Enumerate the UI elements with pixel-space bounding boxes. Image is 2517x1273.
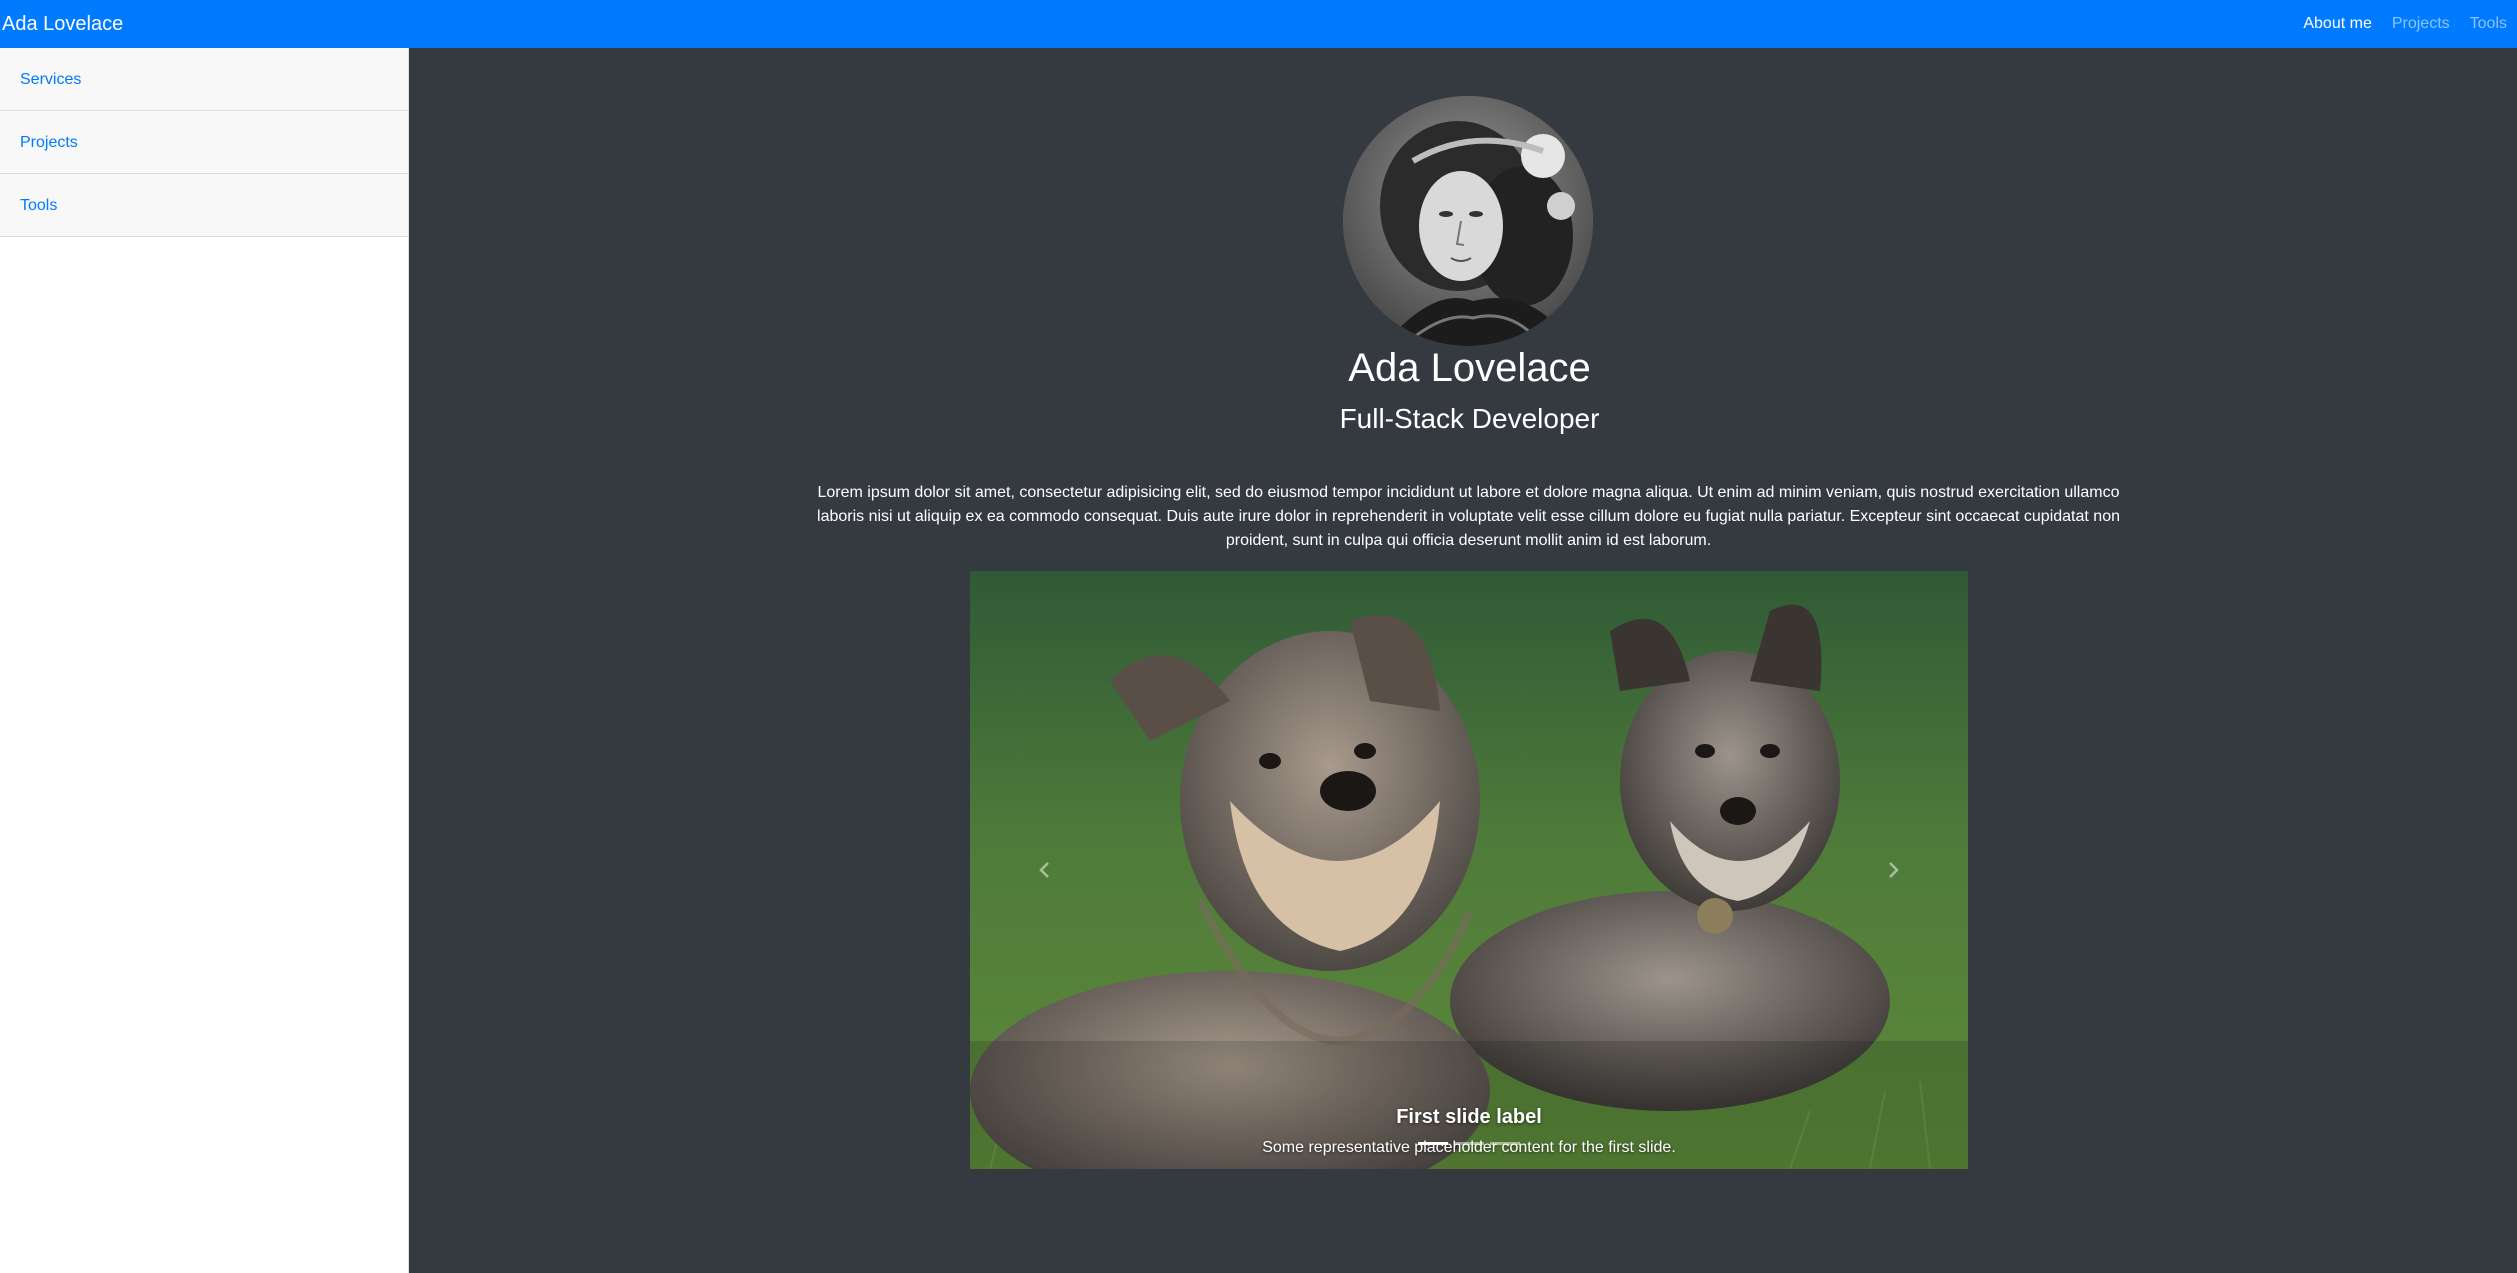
carousel-caption: First slide label Some representative pl… bbox=[970, 1106, 1968, 1157]
chevron-right-icon bbox=[1889, 862, 1899, 878]
nav-link-projects[interactable]: Projects bbox=[2392, 15, 2450, 33]
profile-bio: Lorem ipsum dolor sit amet, consectetur … bbox=[817, 484, 2120, 549]
carousel-indicators bbox=[970, 1142, 1968, 1145]
carousel-indicator-1[interactable] bbox=[1418, 1142, 1448, 1145]
slide-label: First slide label bbox=[1396, 1106, 1542, 1128]
profile-name: Ada Lovelace bbox=[1348, 346, 1591, 390]
navbar-links: About me Projects Tools bbox=[2283, 15, 2517, 33]
top-navbar: Ada Lovelace About me Projects Tools bbox=[0, 0, 2517, 48]
carousel-indicator-3[interactable] bbox=[1490, 1142, 1520, 1145]
image-carousel: First slide label Some representative pl… bbox=[970, 571, 1968, 1169]
sidebar-item-tools[interactable]: Tools bbox=[0, 174, 408, 237]
sidebar-item-services[interactable]: Services bbox=[0, 48, 408, 111]
nav-link-tools[interactable]: Tools bbox=[2470, 15, 2507, 33]
carousel-indicator-2[interactable] bbox=[1454, 1142, 1484, 1145]
profile-title: Full-Stack Developer bbox=[1339, 403, 1600, 434]
sidebar-item-projects[interactable]: Projects bbox=[0, 111, 408, 174]
main-content: Ada Lovelace Full-Stack Developer Lorem … bbox=[409, 48, 2517, 1273]
carousel-prev-button[interactable] bbox=[970, 571, 1120, 1169]
nav-link-about-me[interactable]: About me bbox=[2303, 15, 2371, 33]
navbar-brand[interactable]: Ada Lovelace bbox=[0, 13, 123, 36]
sidebar: Services Projects Tools bbox=[0, 48, 409, 1273]
carousel-next-button[interactable] bbox=[1818, 571, 1968, 1169]
profile-avatar bbox=[1343, 96, 1593, 346]
chevron-left-icon bbox=[1039, 862, 1049, 878]
